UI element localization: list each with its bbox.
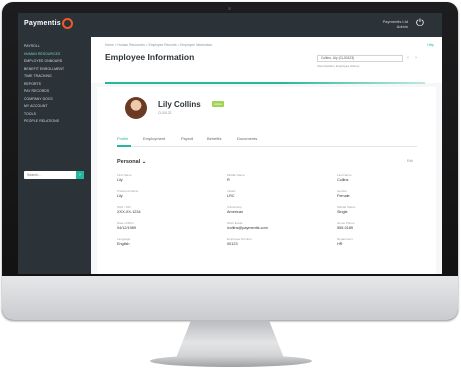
monitor-stand-neck bbox=[176, 320, 284, 358]
header-divider bbox=[105, 82, 425, 84]
user-menu[interactable]: Paymentis Ltd Admin bbox=[383, 19, 408, 29]
field-label: Preferred Name bbox=[117, 189, 139, 193]
sidebar-item-pay-records[interactable]: PAY RECORDS bbox=[18, 88, 91, 96]
power-icon[interactable]: ⏻ bbox=[416, 19, 426, 29]
field-value: 04/12/1989 bbox=[117, 226, 137, 230]
field-value: American bbox=[227, 210, 244, 214]
field-label: Initials bbox=[227, 189, 236, 193]
field-value: XXX-XX-1234 bbox=[117, 210, 141, 214]
field-value: HR bbox=[337, 242, 343, 246]
status-badge: Active bbox=[212, 101, 224, 107]
field-value: R bbox=[227, 178, 230, 182]
field-label: Date of Birth bbox=[117, 221, 134, 225]
field-label: Last Name bbox=[337, 173, 352, 177]
field-value: Single bbox=[337, 210, 348, 214]
edit-button[interactable]: Edit bbox=[407, 159, 413, 163]
sidebar-item-my-account[interactable]: MY ACCOUNT bbox=[18, 103, 91, 111]
employee-card: Lily Collins Active CL00123 Profile Empl… bbox=[97, 87, 436, 274]
field-label: Language bbox=[117, 237, 131, 241]
field-value: Lily bbox=[117, 194, 123, 198]
field-label: Employee Number bbox=[227, 237, 252, 241]
sidebar-item-payroll[interactable]: PAYROLL bbox=[18, 43, 91, 51]
field-label: Department bbox=[337, 237, 353, 241]
sidebar-item-reports[interactable]: REPORTS bbox=[18, 81, 91, 89]
sidebar-search-input[interactable] bbox=[24, 171, 76, 179]
employee-links[interactable]: View Details | Employee History bbox=[317, 64, 359, 68]
sidebar-item-people-relations[interactable]: PEOPLE RELATIONS bbox=[18, 118, 91, 126]
screen: Paymentis Paymentis Ltd Admin ⏻ PAYROLL … bbox=[18, 13, 442, 274]
field-value: LRC bbox=[227, 194, 235, 198]
monitor-chin bbox=[2, 276, 458, 320]
page-title: Employee Information bbox=[105, 52, 195, 62]
field-label: Gender bbox=[337, 189, 348, 193]
field-value: English bbox=[117, 242, 130, 246]
tab-profile[interactable]: Profile bbox=[117, 136, 128, 141]
chevron-left-icon[interactable]: ‹ bbox=[404, 55, 412, 62]
chevron-right-icon[interactable]: › bbox=[412, 55, 420, 62]
page-header: Home > Human Resources > Employee Record… bbox=[91, 37, 442, 84]
sidebar-item-company-docs[interactable]: COMPANY DOCS bbox=[18, 96, 91, 104]
field-label: SSN / SIN bbox=[117, 205, 131, 209]
section-title-label: Personal bbox=[117, 159, 141, 165]
breadcrumb[interactable]: Home > Human Resources > Employee Record… bbox=[105, 43, 212, 47]
field-label: Middle Name bbox=[227, 173, 245, 177]
field-label: Citizenship bbox=[227, 205, 242, 209]
employee-name: Lily Collins bbox=[158, 100, 201, 109]
field-label: Marital Status bbox=[337, 205, 356, 209]
active-tab-indicator bbox=[117, 145, 131, 147]
monitor-stand-base bbox=[150, 355, 312, 367]
employee-select[interactable]: Collins, Lily (CL00123) bbox=[317, 55, 403, 62]
help-link[interactable]: Help bbox=[427, 43, 434, 47]
field-value: Collins bbox=[337, 178, 349, 182]
field-value: 00123 bbox=[227, 242, 238, 246]
sidebar-item-time-tracking[interactable]: TIME TRACKING bbox=[18, 73, 91, 81]
sidebar-item-human-resources[interactable]: HUMAN RESOURCES bbox=[18, 51, 91, 59]
user-role: Admin bbox=[396, 24, 408, 29]
logo-ring-icon bbox=[62, 18, 73, 29]
field-label: Home Phone bbox=[337, 221, 355, 225]
avatar bbox=[125, 97, 147, 119]
app-logo[interactable]: Paymentis bbox=[24, 20, 61, 27]
field-label: First Name bbox=[117, 173, 132, 177]
employee-id: CL00123 bbox=[158, 111, 172, 115]
sidebar-item-benefit-enrollment[interactable]: BENEFIT ENROLLMENT bbox=[18, 66, 91, 74]
field-value: Lily bbox=[117, 178, 123, 182]
tab-bar: Profile Employment Payroll Benefits Docu… bbox=[117, 133, 417, 147]
camera-dot bbox=[228, 7, 231, 10]
sidebar-search: › bbox=[24, 171, 84, 179]
search-icon[interactable]: › bbox=[76, 171, 84, 179]
chevron-down-icon: ⌄ bbox=[141, 159, 147, 165]
field-value: lcollins@paymentis.com bbox=[227, 226, 268, 230]
top-bar: Paymentis Paymentis Ltd Admin ⏻ bbox=[18, 13, 442, 37]
field-label: Work Email bbox=[227, 221, 243, 225]
field-value: 555-0189 bbox=[337, 226, 354, 230]
sidebar-item-employee-onboard[interactable]: EMPLOYEE ONBOARD bbox=[18, 58, 91, 66]
tab-benefits[interactable]: Benefits bbox=[207, 136, 221, 141]
tab-documents[interactable]: Documents bbox=[237, 136, 257, 141]
main-content: Home > Human Resources > Employee Record… bbox=[91, 37, 442, 274]
tab-payroll[interactable]: Payroll bbox=[181, 136, 193, 141]
sidebar-item-tools[interactable]: TOOLS bbox=[18, 111, 91, 119]
field-value: Female bbox=[337, 194, 350, 198]
sidebar: PAYROLL HUMAN RESOURCES EMPLOYEE ONBOARD… bbox=[18, 37, 91, 274]
section-title[interactable]: Personal ⌄ bbox=[117, 159, 146, 165]
tab-employment[interactable]: Employment bbox=[143, 136, 165, 141]
